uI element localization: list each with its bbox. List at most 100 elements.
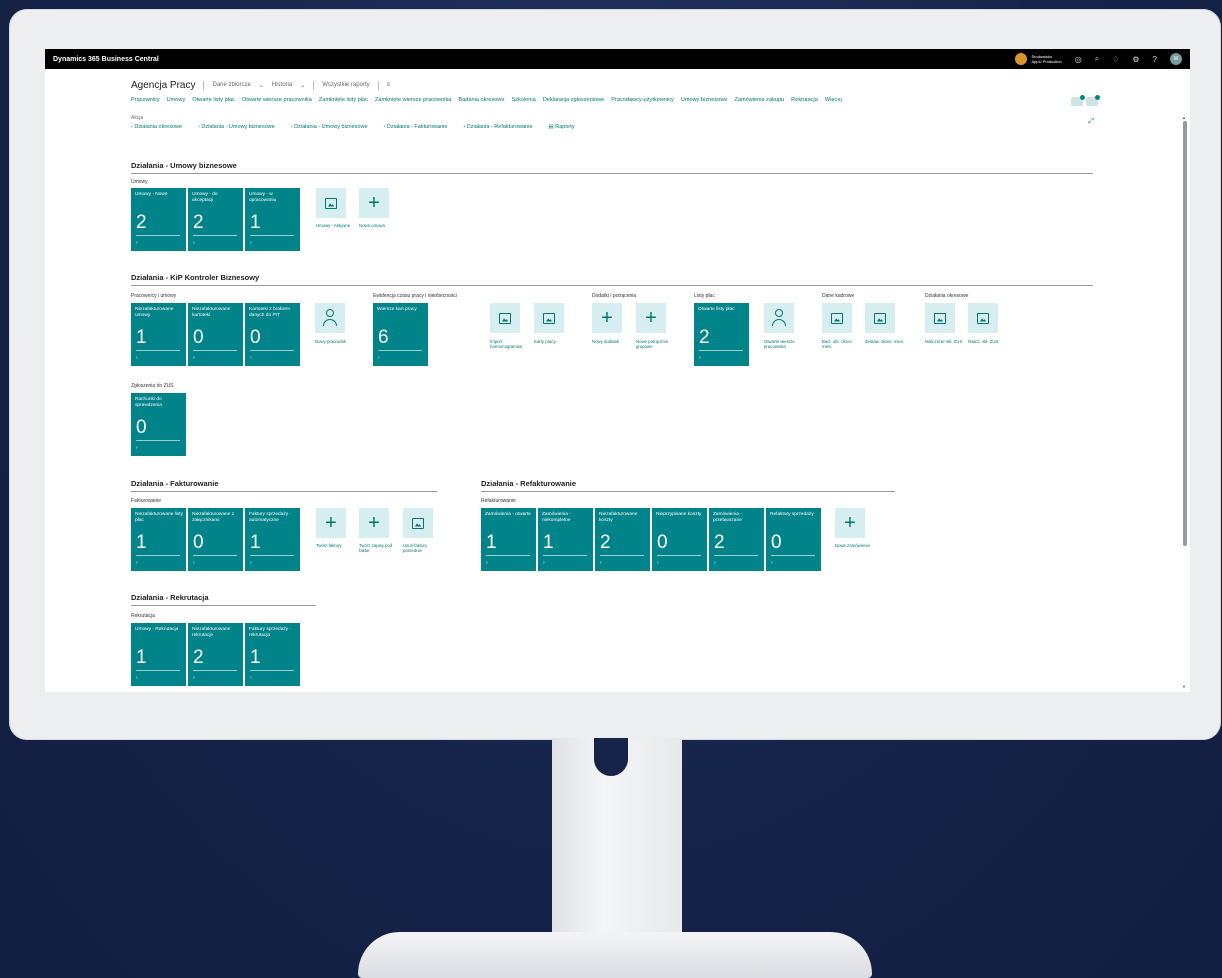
nav-item[interactable]: Otwarte listy płac xyxy=(192,97,235,103)
help-icon[interactable]: ? xyxy=(1153,55,1157,64)
tile[interactable]: Niezafakturowane z załącznikami 0 › xyxy=(188,508,243,571)
notification-badge-icon[interactable] xyxy=(1086,95,1100,106)
action-label[interactable]: Twórz faktury xyxy=(316,543,358,548)
image-icon[interactable] xyxy=(865,303,895,333)
image-icon[interactable] xyxy=(490,303,520,333)
image-icon[interactable] xyxy=(822,303,852,333)
action-label[interactable]: Usuń faktury pośrednie xyxy=(403,543,445,553)
chevron-right-icon: › xyxy=(250,560,252,566)
action-label[interactable]: Nowe zamówienie xyxy=(835,543,877,548)
bell-icon[interactable]: ♢ xyxy=(1112,55,1119,64)
tile[interactable]: Niezafakturowane listy płac 1 › xyxy=(131,508,186,571)
tile[interactable]: Umowy - do akceptacji 2 › xyxy=(188,188,243,251)
plus-icon[interactable]: + xyxy=(592,303,622,333)
action-label[interactable]: Umowy - Aktywne xyxy=(316,223,358,228)
plus-icon[interactable]: + xyxy=(835,508,865,538)
person-icon[interactable] xyxy=(315,303,345,333)
tile[interactable]: Wiersze kart pracy 6 › xyxy=(373,303,428,366)
action-label[interactable]: Import harmonogramów xyxy=(490,339,532,349)
plus-icon[interactable]: + xyxy=(636,303,666,333)
section-title: Działania - Fakturowanie xyxy=(131,479,437,492)
action-label[interactable]: Nowy pracownik xyxy=(315,339,357,344)
tile[interactable]: Zamówienia - niekompletne 1 › xyxy=(538,508,593,571)
menu-historia[interactable]: Historia xyxy=(272,82,292,88)
plus-icon[interactable]: + xyxy=(359,188,389,218)
gear-icon[interactable]: ⚙ xyxy=(1132,55,1139,64)
vertical-scrollbar[interactable] xyxy=(1183,121,1187,546)
tile[interactable]: Niezafakturowane umowy 1 › xyxy=(131,303,186,366)
nav-item[interactable]: Umowy biznesowe xyxy=(681,97,728,103)
plus-icon[interactable]: + xyxy=(316,508,346,538)
copilot-icon[interactable]: ◎ xyxy=(1075,55,1082,64)
avatar[interactable]: M xyxy=(1170,53,1182,65)
tile[interactable]: Niezafakturowane rekrutacje 2 › xyxy=(188,623,243,686)
action-item[interactable]: › Działania - Umowy biznesowe xyxy=(198,124,275,130)
menu-dane-zbiorcze[interactable]: Dane zbiorcze xyxy=(212,82,250,88)
tile[interactable]: Zamówienia - przetwarzane 2 › xyxy=(709,508,764,571)
action-item[interactable]: › Działania okresowe xyxy=(131,124,182,130)
tile-label: Rachunki do sprawdzenia xyxy=(135,397,162,408)
image-icon[interactable] xyxy=(925,303,955,333)
tile[interactable]: Otwarte listy płac 2 › xyxy=(694,303,749,366)
menu-wszystkie-raporty[interactable]: Wszystkie raporty xyxy=(322,82,369,88)
tile[interactable]: Refaktury sprzedaży 0 › xyxy=(766,508,821,571)
image-icon[interactable] xyxy=(403,508,433,538)
nav-item[interactable]: Rekrutacja xyxy=(791,97,818,103)
search-icon[interactable]: ⌕ xyxy=(1095,54,1099,64)
tile[interactable]: Niezafakturowane koszty 2 › xyxy=(595,508,650,571)
nav-item[interactable]: Badania okresowe xyxy=(458,97,504,103)
tile-value: 2 xyxy=(714,532,725,553)
environment-switcher[interactable]: Środowisko AppU Production xyxy=(1015,53,1062,65)
action-label[interactable]: Nowa umowa xyxy=(359,223,401,228)
nav-item[interactable]: Szkolenia xyxy=(511,97,535,103)
image-icon[interactable] xyxy=(968,303,998,333)
action-item[interactable]: › Działania - Fakturowanie xyxy=(384,124,448,130)
app-brand[interactable]: Dynamics 365 Business Central xyxy=(53,56,159,63)
tile[interactable]: Kartoteki z brakiem danych do PIT 0 › xyxy=(245,303,300,366)
nav-item[interactable]: Zamknięte listy płac xyxy=(319,97,368,103)
action-item[interactable]: › Działania - Refakturowanie xyxy=(463,124,532,130)
action-item[interactable]: › Działania - Umowy biznesowe xyxy=(291,124,368,130)
chevron-right-icon: › xyxy=(136,240,138,246)
expand-icon[interactable]: ⤢ xyxy=(1088,118,1094,126)
more-menu-icon[interactable]: ≡ xyxy=(387,82,391,88)
person-icon[interactable] xyxy=(764,303,794,333)
tile[interactable]: Niezafakturowane kartoteki 0 › xyxy=(188,303,243,366)
action-label[interactable]: Karty pracy xyxy=(534,339,576,344)
action-label[interactable]: Zestaw. okres. mies. xyxy=(865,339,907,344)
tile-label: Niezafakturowane umowy xyxy=(135,307,174,318)
tile-label: Zamówienia - otwarte xyxy=(485,512,531,517)
notification-badge-icon[interactable] xyxy=(1071,95,1085,106)
tile[interactable]: Umowy - Rekrutacja 1 › xyxy=(131,623,186,686)
nav-item[interactable]: Pracownicy xyxy=(131,97,160,103)
nav-item[interactable]: Zamknięte wiersze pracownika xyxy=(375,97,451,103)
tile[interactable]: Faktury sprzedaży - rekrutacja 1 › xyxy=(245,623,300,686)
action-label[interactable]: Nowy dodatek xyxy=(592,339,634,344)
tile[interactable]: Rachunki do sprawdzenia 0 › xyxy=(131,393,186,456)
tile[interactable]: Umowy - Nowe 2 › xyxy=(131,188,186,251)
image-icon[interactable] xyxy=(316,188,346,218)
tile[interactable]: Umowy - w opracowaniu 1 › xyxy=(245,188,300,251)
action-label[interactable]: Otwarte wiersze pracownika xyxy=(764,339,806,349)
divider xyxy=(193,235,237,236)
nav-item[interactable]: Deklaracja zgłoszeniowe xyxy=(543,97,605,103)
tile[interactable]: Faktury sprzedaży - automatyczne 1 › xyxy=(245,508,300,571)
nav-more[interactable]: Więcej xyxy=(825,97,842,103)
scroll-up-icon[interactable]: ▲ xyxy=(1182,115,1186,120)
action-label[interactable]: Nalicz. skł. ZUS xyxy=(968,339,1010,344)
tile[interactable]: Nieprzypisane koszty 0 › xyxy=(652,508,707,571)
nav-item[interactable]: Umowy xyxy=(167,97,186,103)
action-label[interactable]: Bież. obr. okres. mies. xyxy=(822,339,864,349)
action-label[interactable]: Naliczenie skł. ZUS xyxy=(925,339,967,344)
action-item[interactable]: ▤ Raporty xyxy=(549,124,575,130)
plus-icon[interactable]: + xyxy=(359,508,389,538)
nav-item[interactable]: Zamówienia zakupu xyxy=(734,97,784,103)
action-label[interactable]: Twórz zapisy pod faktur xyxy=(359,543,401,553)
scroll-down-icon[interactable]: ▼ xyxy=(1182,684,1186,689)
image-icon[interactable] xyxy=(534,303,564,333)
tile[interactable]: Zamówienia - otwarte 1 › xyxy=(481,508,536,571)
chevron-right-icon: › xyxy=(486,560,488,566)
action-label[interactable]: Nowe potrącenie grupowe xyxy=(636,339,678,349)
nav-item[interactable]: Pracodawcy-użytkownicy xyxy=(611,97,674,103)
nav-item[interactable]: Otwarte wiersze pracownika xyxy=(242,97,312,103)
